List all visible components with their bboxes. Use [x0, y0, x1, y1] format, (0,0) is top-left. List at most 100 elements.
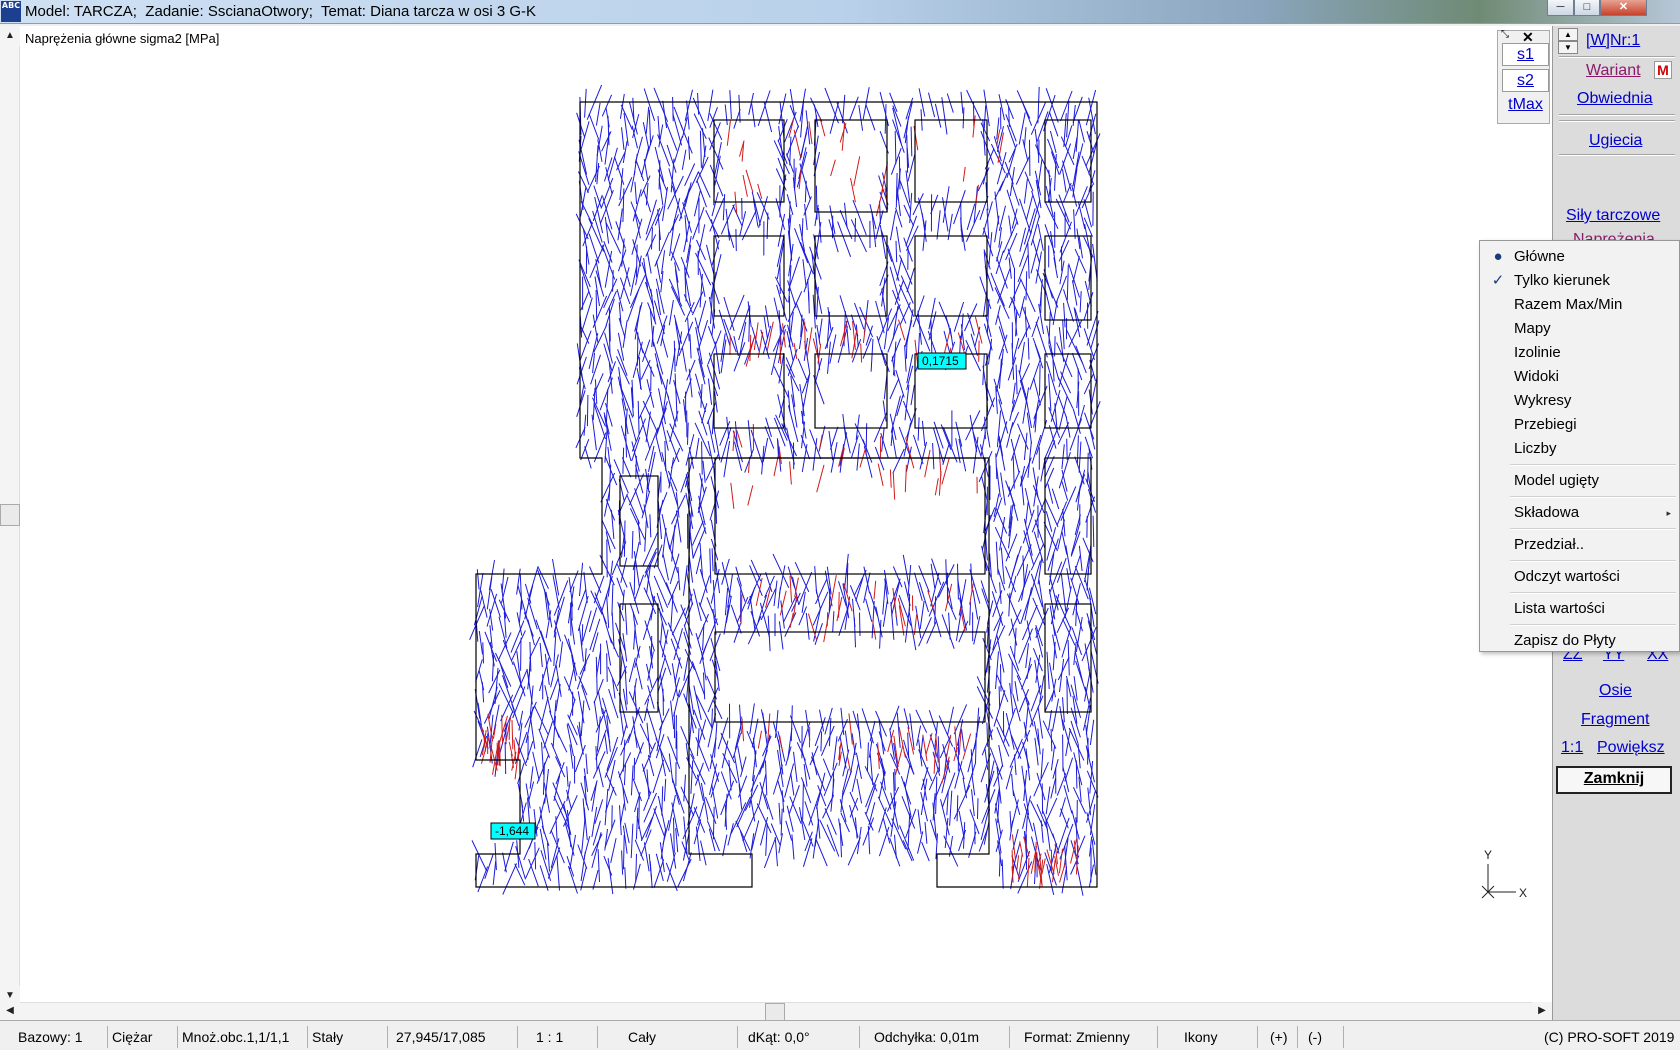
- compression-stroke: [962, 107, 965, 129]
- sily-tarczowe-link[interactable]: Siły tarczowe: [1566, 207, 1660, 225]
- menu-item-14[interactable]: Zapisz do Płyty: [1480, 629, 1679, 653]
- compression-stroke: [778, 802, 781, 825]
- compression-stroke: [658, 178, 664, 206]
- s2-button[interactable]: s2: [1502, 69, 1549, 92]
- compression-stroke: [972, 436, 979, 474]
- compression-stroke: [539, 642, 543, 668]
- compression-stroke: [1047, 483, 1054, 504]
- compression-stroke: [805, 110, 811, 145]
- compression-stroke: [525, 741, 534, 764]
- tension-stroke: [925, 732, 933, 755]
- compression-stroke: [778, 621, 784, 650]
- compression-stroke: [886, 786, 900, 812]
- tension-stroke: [816, 464, 825, 493]
- menu-item-5[interactable]: Widoki: [1480, 365, 1679, 389]
- compression-stroke: [1075, 760, 1078, 789]
- tension-stroke: [747, 485, 754, 506]
- compression-stroke: [597, 849, 600, 883]
- compression-stroke: [668, 278, 683, 307]
- horizontal-scrollbar[interactable]: ◀ ▶: [0, 1002, 1552, 1021]
- menu-item-11[interactable]: Przedział..: [1480, 533, 1679, 557]
- compression-stroke: [1000, 547, 1005, 585]
- compression-stroke: [903, 708, 910, 730]
- compression-stroke: [616, 356, 630, 385]
- menu-item-0[interactable]: ● Główne: [1480, 245, 1679, 269]
- minimize-button[interactable]: ─: [1547, 0, 1574, 16]
- compression-stroke: [977, 798, 979, 820]
- menu-item-6[interactable]: Wykresy: [1480, 389, 1679, 413]
- compression-stroke: [558, 641, 563, 668]
- compression-stroke: [672, 113, 683, 146]
- close-window-button[interactable]: ✕: [1600, 0, 1647, 16]
- menu-item-8[interactable]: Liczby: [1480, 437, 1679, 461]
- compression-stroke: [1048, 709, 1052, 731]
- compression-stroke: [732, 204, 743, 227]
- m-badge[interactable]: M: [1654, 61, 1672, 79]
- compression-stroke: [747, 420, 753, 457]
- menu-item-2[interactable]: Razem Max/Min: [1480, 293, 1679, 317]
- s1-button[interactable]: s1: [1502, 43, 1549, 66]
- compression-stroke: [946, 93, 954, 113]
- ugiecia-link[interactable]: Ugiecia: [1589, 132, 1642, 150]
- one-to-one-link[interactable]: 1:1: [1561, 739, 1583, 757]
- compression-stroke: [940, 799, 950, 836]
- maximize-button[interactable]: □: [1574, 0, 1600, 16]
- scroll-right-icon[interactable]: ▶: [1532, 1002, 1552, 1020]
- compression-stroke: [1030, 215, 1040, 246]
- compression-stroke: [634, 181, 638, 205]
- compression-stroke: [1012, 693, 1021, 722]
- status-format[interactable]: Format: Zmienny: [1010, 1026, 1158, 1048]
- compression-stroke: [949, 790, 953, 826]
- compression-stroke: [751, 103, 756, 128]
- zoom-out-button[interactable]: (-): [1298, 1026, 1344, 1048]
- menu-item-4[interactable]: Izolinie: [1480, 341, 1679, 365]
- compression-stroke: [1008, 554, 1019, 589]
- compression-stroke: [518, 710, 524, 731]
- compression-stroke: [620, 733, 631, 756]
- opening-upper-center: [814, 119, 888, 213]
- compression-stroke: [662, 528, 667, 558]
- compression-stroke: [1061, 444, 1065, 469]
- compression-stroke: [644, 520, 647, 552]
- zoom-in-button[interactable]: (+): [1258, 1026, 1298, 1048]
- fragment-link[interactable]: Fragment: [1581, 711, 1649, 729]
- compression-stroke: [497, 632, 512, 661]
- compression-stroke: [818, 318, 823, 340]
- osie-link[interactable]: Osie: [1599, 682, 1632, 700]
- spin-down-icon[interactable]: ▼: [1558, 41, 1578, 54]
- menu-item-13[interactable]: Lista wartości: [1480, 597, 1679, 621]
- obwiednia-link[interactable]: Obwiednia: [1577, 90, 1653, 108]
- compression-stroke: [527, 619, 535, 646]
- compression-stroke: [953, 190, 966, 225]
- zamknij-button[interactable]: Zamknij: [1556, 766, 1672, 794]
- menu-item-7[interactable]: Przebiegi: [1480, 413, 1679, 437]
- compression-stroke: [602, 697, 611, 724]
- horizontal-scroll-thumb[interactable]: [765, 1003, 785, 1021]
- drawing-canvas[interactable]: ▲ ▼ Naprężenia główne sigma2 [MPa] 0,171…: [0, 26, 1552, 1018]
- tmax-button[interactable]: tMax: [1502, 94, 1549, 117]
- compression-stroke: [581, 624, 584, 646]
- compression-stroke: [617, 376, 627, 411]
- tension-stroke: [1058, 848, 1063, 874]
- wariant-link[interactable]: Wariant: [1586, 62, 1641, 80]
- compression-stroke: [865, 598, 873, 622]
- compression-stroke: [894, 130, 897, 164]
- variant-number-link[interactable]: [W]Nr:1: [1586, 32, 1640, 50]
- status-ikony[interactable]: Ikony: [1158, 1026, 1258, 1048]
- menu-item-1[interactable]: ✓ Tylko kierunek: [1480, 269, 1679, 293]
- menu-item-9[interactable]: Model ugięty: [1480, 469, 1679, 493]
- compression-stroke: [862, 87, 870, 120]
- compression-stroke: [919, 441, 928, 470]
- value-label-max: 0,1715: [917, 352, 967, 370]
- menu-item-10[interactable]: Składowa ▸: [1480, 501, 1679, 525]
- spin-up-icon[interactable]: ▲: [1558, 28, 1578, 41]
- compression-stroke: [623, 834, 625, 870]
- menu-item-3[interactable]: Mapy: [1480, 317, 1679, 341]
- powieksz-link[interactable]: Powiększ: [1597, 739, 1665, 757]
- compression-stroke: [1070, 577, 1080, 605]
- compression-stroke: [593, 185, 602, 208]
- menu-item-12[interactable]: Odczyt wartości: [1480, 565, 1679, 589]
- compression-stroke: [1022, 741, 1030, 769]
- scroll-left-icon[interactable]: ◀: [0, 1002, 20, 1020]
- compression-stroke: [697, 171, 711, 198]
